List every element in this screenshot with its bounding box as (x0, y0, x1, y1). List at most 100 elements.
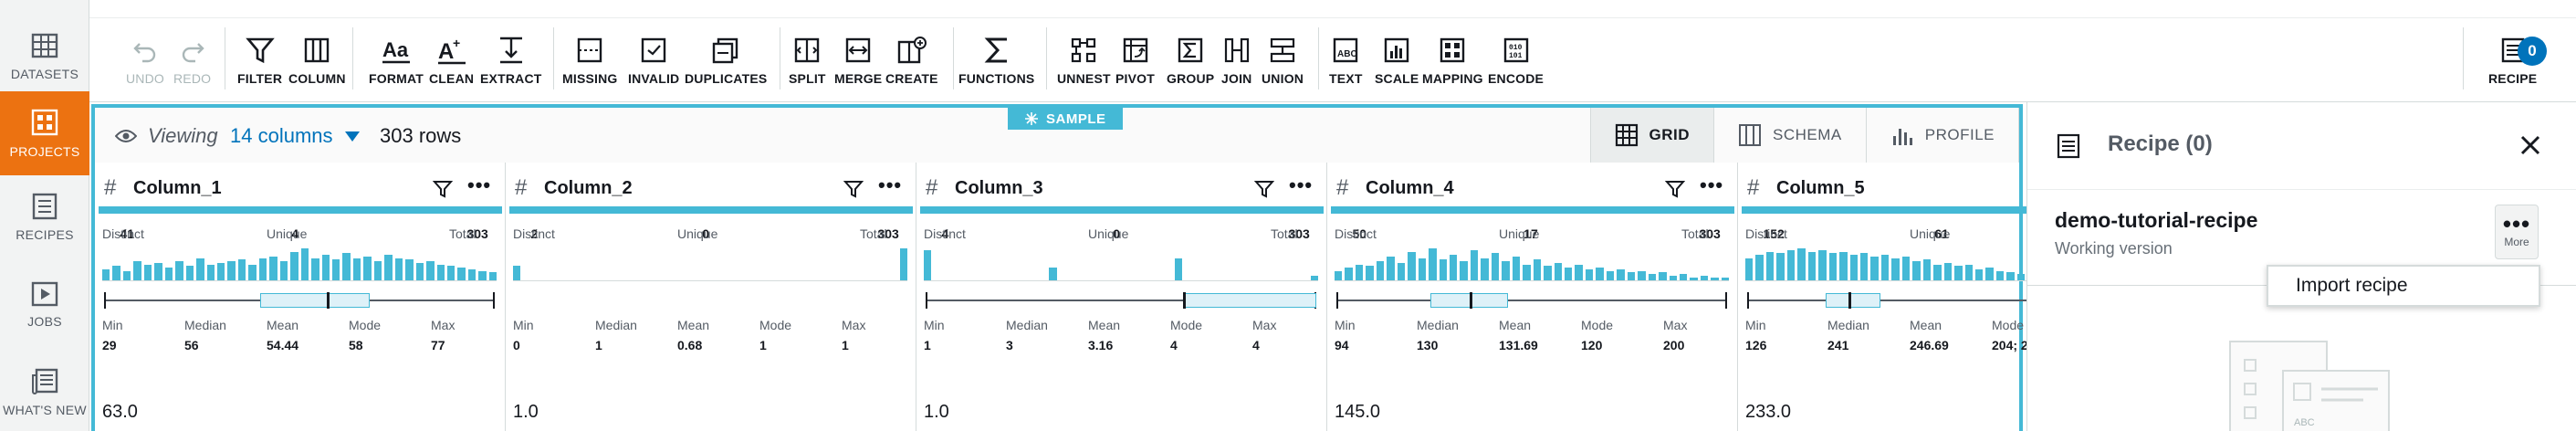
column-card[interactable]: # Column_3 ••• Distinct 4 Unique 0 Total… (916, 163, 1327, 431)
histogram-bar[interactable] (1554, 262, 1562, 280)
histogram-bar[interactable] (248, 264, 257, 280)
histogram-bar[interactable] (1901, 256, 1911, 280)
histogram-bar[interactable] (1310, 275, 1319, 280)
histogram-bar[interactable] (1880, 255, 1890, 280)
histogram-bar[interactable] (1922, 259, 1932, 280)
histogram-bar[interactable] (478, 270, 487, 280)
histogram-bar[interactable] (1449, 255, 1458, 280)
histogram-bar[interactable] (1943, 262, 1953, 280)
histogram-bar[interactable] (1721, 277, 1730, 280)
histogram-bar[interactable] (446, 266, 456, 280)
import-recipe-menu-item[interactable]: Import recipe (2267, 265, 2540, 307)
histogram-bar[interactable] (279, 261, 288, 280)
more-options-icon[interactable]: ••• (467, 175, 491, 195)
histogram-bar[interactable] (1659, 272, 1667, 280)
histogram-bar[interactable] (352, 258, 361, 280)
histogram-bar[interactable] (227, 261, 236, 280)
histogram-bar[interactable] (133, 261, 141, 280)
histogram-bar[interactable] (1954, 266, 1963, 280)
histogram-bar[interactable] (216, 262, 225, 280)
more-options-icon[interactable]: ••• (878, 175, 902, 195)
histogram-bar[interactable] (2016, 274, 2026, 280)
histogram-bar[interactable] (1818, 249, 1827, 280)
histogram-bar[interactable] (143, 264, 152, 280)
histogram-bar[interactable] (1891, 258, 1900, 280)
histogram-bar[interactable] (112, 266, 120, 280)
histogram-bar[interactable] (175, 261, 183, 280)
histogram-bar[interactable] (185, 266, 194, 280)
histogram-bar[interactable] (290, 251, 298, 280)
columns-dropdown[interactable]: 14 columns (230, 124, 361, 148)
histogram-bar[interactable] (1755, 255, 1764, 280)
histogram-bar[interactable] (1355, 264, 1364, 280)
histogram-bar[interactable] (2006, 272, 2015, 280)
histogram-bar[interactable] (237, 259, 246, 280)
histogram-bar[interactable] (436, 264, 445, 280)
histogram-bar[interactable] (1617, 268, 1625, 280)
histogram-bar[interactable] (1174, 258, 1183, 280)
missing-button[interactable]: MISSING (562, 33, 618, 86)
histogram-bar[interactable] (394, 258, 403, 280)
column-header[interactable]: # Column_4 ••• (1327, 175, 1737, 203)
histogram-bar[interactable] (1839, 251, 1848, 280)
histogram-bar[interactable] (1585, 268, 1594, 280)
histogram-bar[interactable] (1376, 261, 1385, 280)
histogram-bar[interactable] (1797, 248, 1806, 280)
histogram-bar[interactable] (1870, 256, 1879, 280)
close-icon[interactable] (2518, 133, 2542, 157)
undo-button[interactable]: UNDO (126, 33, 164, 86)
histogram-bar[interactable] (1397, 262, 1406, 280)
histogram-bar[interactable] (1679, 274, 1688, 280)
first-cell-value[interactable]: 1.0 (924, 402, 949, 423)
histogram-bar[interactable] (258, 258, 267, 280)
column-button[interactable]: COLUMN (288, 33, 346, 86)
histogram-bar[interactable] (1638, 270, 1646, 280)
more-button[interactable]: ••• More (2495, 205, 2539, 259)
histogram-bar[interactable] (1985, 268, 1994, 280)
histogram-bar[interactable] (467, 268, 476, 280)
histogram-bar[interactable] (924, 249, 932, 280)
mapping-button[interactable]: MAPPING (1422, 33, 1483, 86)
histogram-bar[interactable] (342, 253, 351, 280)
histogram-bar[interactable] (1470, 249, 1479, 280)
histogram-bar[interactable] (1669, 275, 1677, 280)
histogram-bar[interactable] (1627, 272, 1636, 280)
first-cell-value[interactable]: 1.0 (513, 402, 539, 423)
filter-icon[interactable] (433, 179, 453, 199)
filter-icon[interactable] (1665, 179, 1685, 199)
histogram-bar[interactable] (1408, 251, 1416, 280)
column-card[interactable]: # Column_4 ••• Distinct 50 Unique 17 Tot… (1327, 163, 1738, 431)
first-cell-value[interactable]: 233.0 (1745, 402, 1791, 423)
histogram-bar[interactable] (1049, 268, 1057, 280)
histogram-bar[interactable] (1533, 259, 1542, 280)
filter-icon[interactable] (843, 179, 864, 199)
histogram-bar[interactable] (1912, 261, 1921, 280)
histogram-bar[interactable] (1700, 275, 1709, 280)
histogram-bar[interactable] (1849, 255, 1858, 280)
histogram-bar[interactable] (1786, 249, 1796, 280)
column-header[interactable]: # Column_1 ••• (95, 175, 505, 203)
histogram-bar[interactable] (1711, 277, 1719, 280)
sample-badge[interactable]: SAMPLE (1008, 108, 1123, 130)
column-header[interactable]: # Column_2 ••• (506, 175, 916, 203)
histogram-bar[interactable] (373, 261, 382, 280)
histogram-bar[interactable] (1460, 261, 1468, 280)
histogram-bar[interactable] (488, 272, 497, 280)
histogram-bar[interactable] (1964, 264, 1973, 280)
more-options-icon[interactable]: ••• (1700, 175, 1723, 195)
format-button[interactable]: Aa FORMAT (369, 33, 424, 86)
histogram-bar[interactable] (1575, 264, 1583, 280)
histogram-bar[interactable] (1544, 266, 1552, 280)
histogram-bar[interactable] (331, 259, 340, 280)
histogram-bar[interactable] (321, 255, 330, 280)
text-button[interactable]: ABC TEXT (1329, 33, 1363, 86)
histogram-bar[interactable] (384, 255, 393, 280)
histogram-bar[interactable] (164, 268, 173, 280)
histogram-bar[interactable] (1995, 270, 2005, 280)
histogram-bar[interactable] (1387, 256, 1395, 280)
column-card[interactable]: # Column_1 ••• Distinct 41 Unique 4 Tota… (95, 163, 506, 431)
histogram-bar[interactable] (1596, 268, 1604, 280)
histogram-bar[interactable] (1564, 268, 1573, 280)
scale-button[interactable]: SCALE (1375, 33, 1419, 86)
histogram-bar[interactable] (1345, 268, 1353, 280)
